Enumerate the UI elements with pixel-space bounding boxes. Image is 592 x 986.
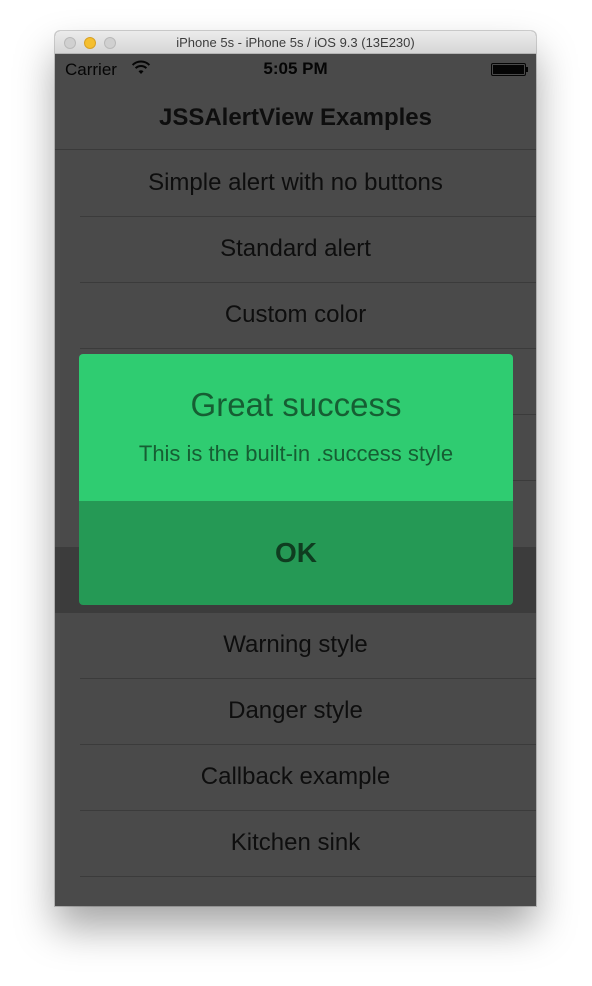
battery-icon [491, 63, 526, 76]
device-screen: Carrier 5:05 PM JSSAlertView Examples Si… [55, 54, 536, 906]
ok-button[interactable]: OK [79, 501, 513, 605]
list-item-label: Kitchen sink [230, 829, 361, 856]
alert-content: Great success This is the built-in .succ… [79, 354, 513, 501]
success-alert-dialog: Great success This is the built-in .succ… [79, 354, 513, 605]
battery-tip [526, 67, 528, 72]
list-item-label: Warning style [223, 631, 368, 658]
list-item[interactable]: Warning style [55, 613, 536, 679]
list-item[interactable]: Custom color [55, 283, 536, 349]
ok-button-label: OK [275, 537, 317, 568]
list-item[interactable]: Standard alert [55, 217, 536, 283]
navigation-bar: JSSAlertView Examples [55, 82, 536, 150]
list-item-label: Callback example [200, 763, 391, 790]
list-item[interactable]: Callback example [55, 745, 536, 811]
alert-message: This is the built-in .success style [138, 441, 454, 466]
window-title: iPhone 5s - iPhone 5s / iOS 9.3 (13E230) [176, 35, 415, 50]
row-divider [80, 876, 536, 877]
status-bar: Carrier 5:05 PM [55, 54, 536, 82]
window-titlebar: iPhone 5s - iPhone 5s / iOS 9.3 (13E230) [55, 31, 536, 54]
alert-title: Great success [190, 386, 402, 423]
list-item-label: Simple alert with no buttons [148, 169, 443, 196]
list-item[interactable]: Simple alert with no buttons [55, 151, 536, 217]
simulator-window: iPhone 5s - iPhone 5s / iOS 9.3 (13E230)… [55, 31, 536, 906]
list-item-label: Custom color [224, 301, 367, 328]
status-time: 5:05 PM [263, 59, 328, 78]
list-item[interactable]: Kitchen sink [55, 811, 536, 877]
list-item[interactable]: Danger style [55, 679, 536, 745]
page-title: JSSAlertView Examples [158, 104, 433, 131]
list-item-label: Standard alert [220, 235, 371, 262]
list-item-label: Danger style [228, 697, 363, 724]
